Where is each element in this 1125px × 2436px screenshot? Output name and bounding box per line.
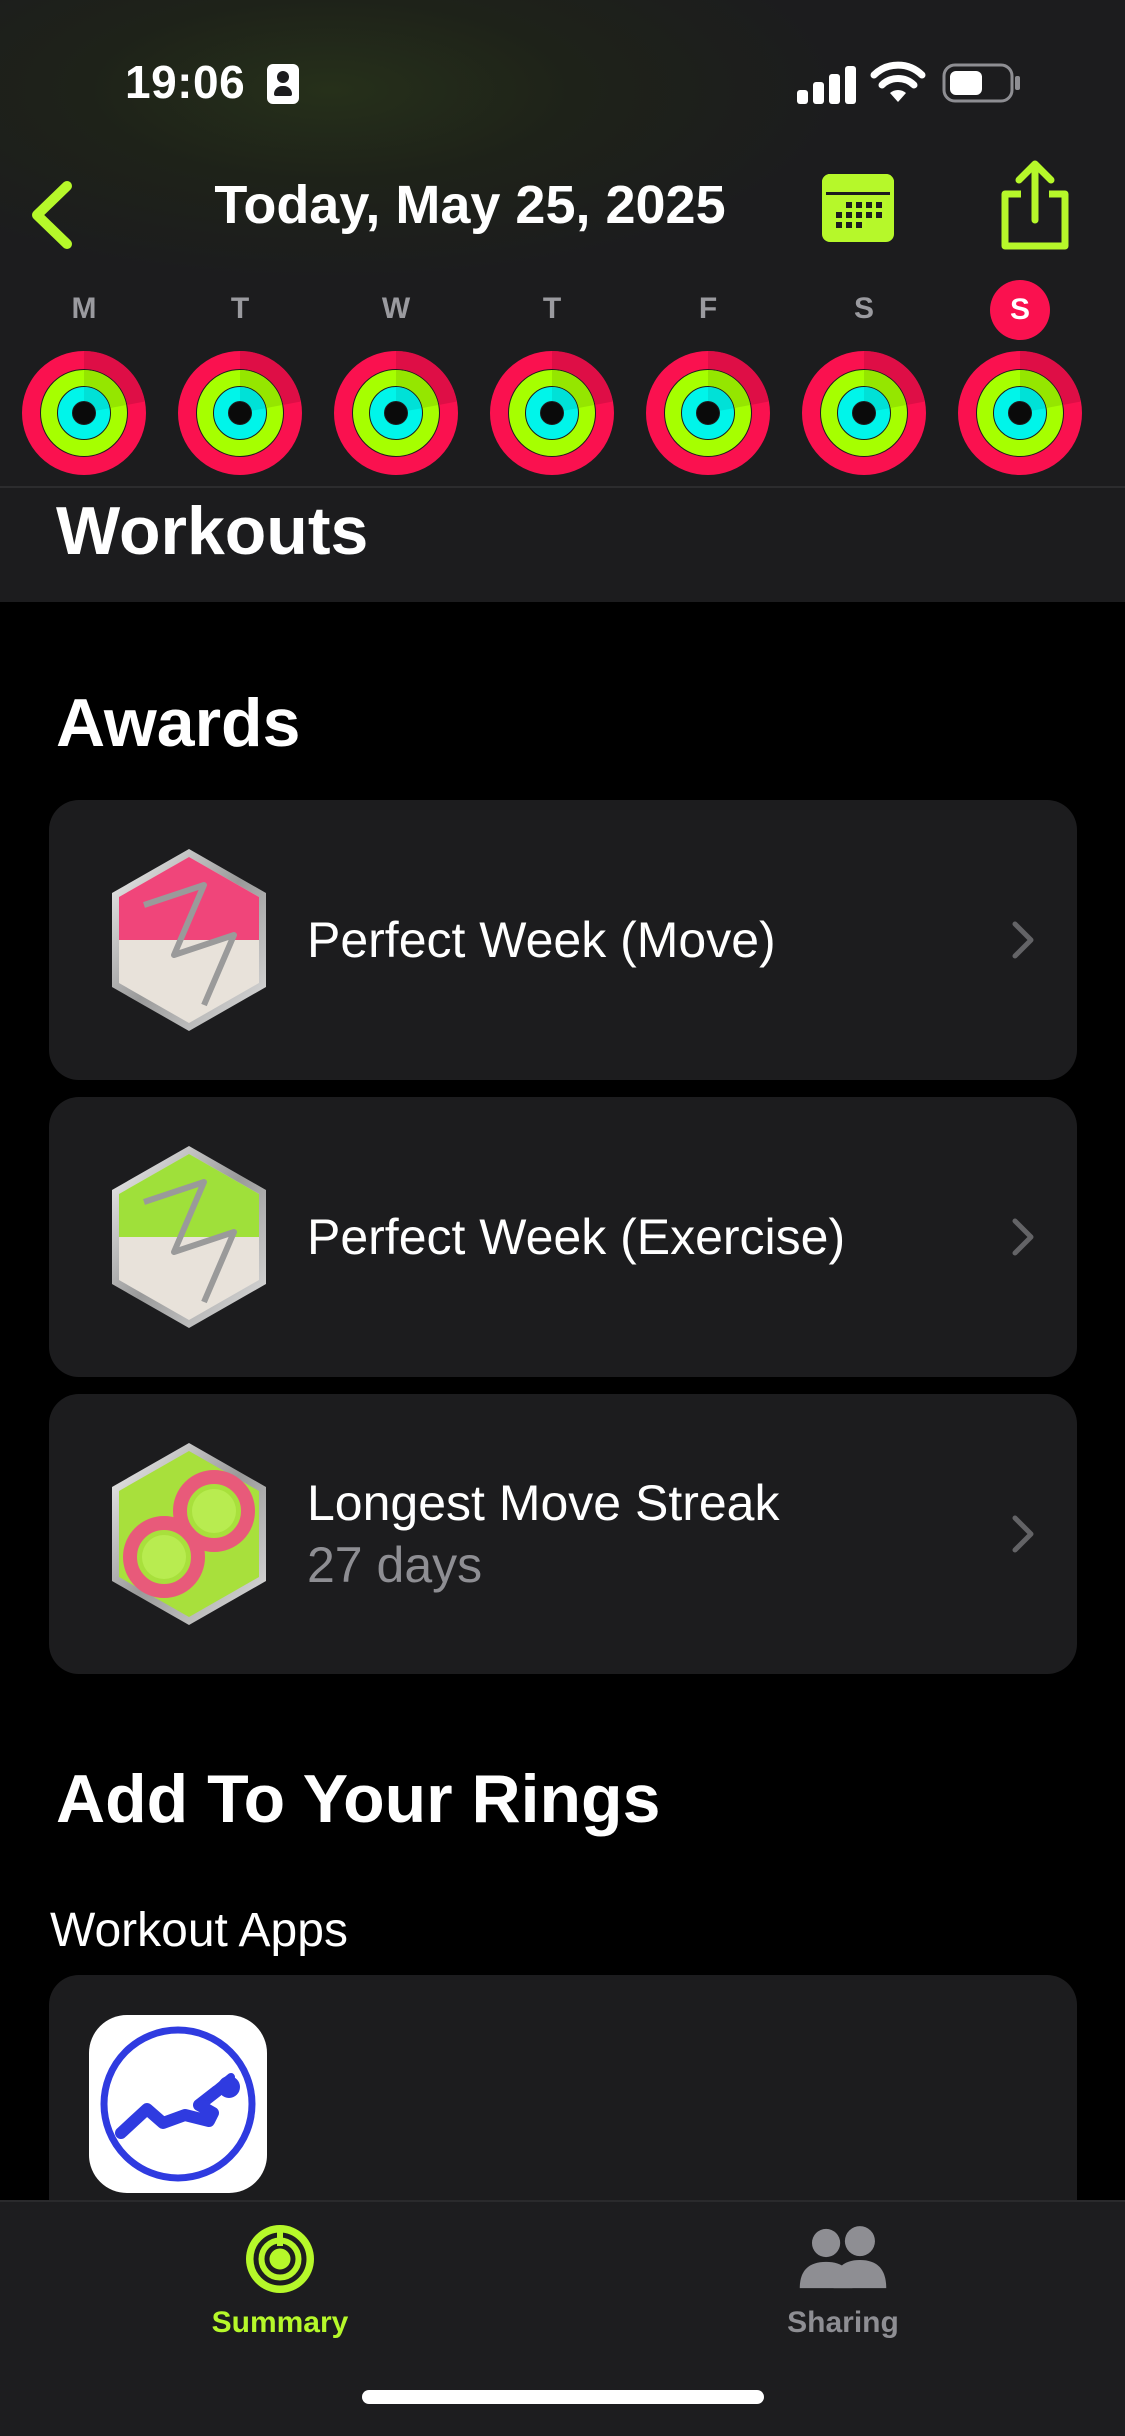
divider — [0, 486, 1125, 488]
share-button[interactable] — [995, 160, 1075, 250]
back-button[interactable] — [22, 170, 82, 260]
longest-move-streak-badge-icon — [112, 1443, 266, 1625]
summary-rings-icon — [246, 2225, 314, 2293]
day-letter: F — [698, 292, 718, 325]
day-letter: S — [853, 292, 874, 325]
award-subtitle: 27 days — [307, 1537, 483, 1593]
award-text: Perfect Week (Move) — [307, 800, 776, 1080]
section-title-awards: Awards — [56, 685, 301, 761]
sharing-people-icon — [799, 2226, 887, 2289]
situp-person-icon — [100, 2026, 256, 2182]
home-indicator[interactable] — [362, 2390, 764, 2404]
day-letter: T — [542, 292, 562, 325]
award-card[interactable]: Longest Move Streak 27 days — [49, 1394, 1077, 1674]
award-text: Perfect Week (Exercise) — [307, 1097, 845, 1377]
week-day[interactable]: T — [170, 280, 310, 480]
chevron-right-icon — [1012, 921, 1034, 959]
perfect-week-move-badge-icon — [112, 849, 266, 1031]
day-letter: T — [230, 292, 250, 325]
award-title: Perfect Week (Move) — [307, 912, 776, 968]
status-time: 19:06 — [125, 56, 246, 108]
perfect-week-exercise-badge-icon — [112, 1146, 266, 1328]
section-title-workouts: Workouts — [56, 493, 369, 569]
week-day[interactable]: S — [794, 280, 934, 480]
chevron-left-icon — [32, 181, 72, 249]
subsection-workout-apps: Workout Apps — [50, 1904, 348, 1957]
calendar-icon — [822, 174, 894, 242]
award-title: Perfect Week (Exercise) — [307, 1209, 846, 1265]
tab-sharing[interactable]: Sharing — [693, 2222, 993, 2362]
week-day[interactable]: T — [482, 280, 622, 480]
chevron-right-icon — [1012, 1515, 1034, 1553]
calendar-button[interactable] — [820, 172, 896, 244]
tab-label: Sharing — [787, 2306, 899, 2339]
day-letter: W — [381, 292, 411, 325]
chevron-right-icon — [1012, 1218, 1034, 1256]
award-card[interactable]: Perfect Week (Move) — [49, 800, 1077, 1080]
activity-rings-icon — [802, 351, 926, 475]
battery-icon — [942, 63, 1020, 103]
status-bar: 19:06 — [0, 0, 1125, 150]
day-letter: S — [990, 280, 1050, 340]
day-letter: M — [71, 292, 97, 325]
activity-rings-icon — [22, 351, 146, 475]
nav-bar: Today, May 25, 2025 — [0, 160, 1125, 270]
workout-apps-card — [49, 1975, 1077, 2235]
contact-card-icon — [267, 64, 299, 104]
workout-app-icon[interactable] — [89, 2015, 267, 2193]
award-card[interactable]: Perfect Week (Exercise) — [49, 1097, 1077, 1377]
activity-rings-icon — [490, 351, 614, 475]
section-title-add-rings: Add To Your Rings — [56, 1761, 661, 1837]
tab-label: Summary — [211, 2306, 349, 2339]
week-day[interactable]: W — [326, 280, 466, 480]
week-day[interactable]: S — [950, 280, 1090, 480]
tab-summary[interactable]: Summary — [130, 2222, 430, 2362]
award-title: Longest Move Streak — [307, 1475, 780, 1531]
award-text: Longest Move Streak 27 days — [307, 1394, 780, 1674]
activity-rings-icon — [178, 351, 302, 475]
page-title: Today, May 25, 2025 — [214, 175, 726, 235]
header: 19:06 Today, May 25, 2025 M T W T F S S … — [0, 0, 1125, 602]
week-day[interactable]: F — [638, 280, 778, 480]
activity-rings-icon — [646, 351, 770, 475]
week-day[interactable]: M — [14, 280, 154, 480]
cellular-signal-icon — [797, 64, 857, 104]
week-ring-strip: MTWTFSS — [0, 280, 1125, 480]
activity-rings-icon — [958, 351, 1082, 475]
activity-rings-icon — [334, 351, 458, 475]
wifi-icon — [870, 61, 926, 102]
share-icon — [1001, 160, 1069, 250]
